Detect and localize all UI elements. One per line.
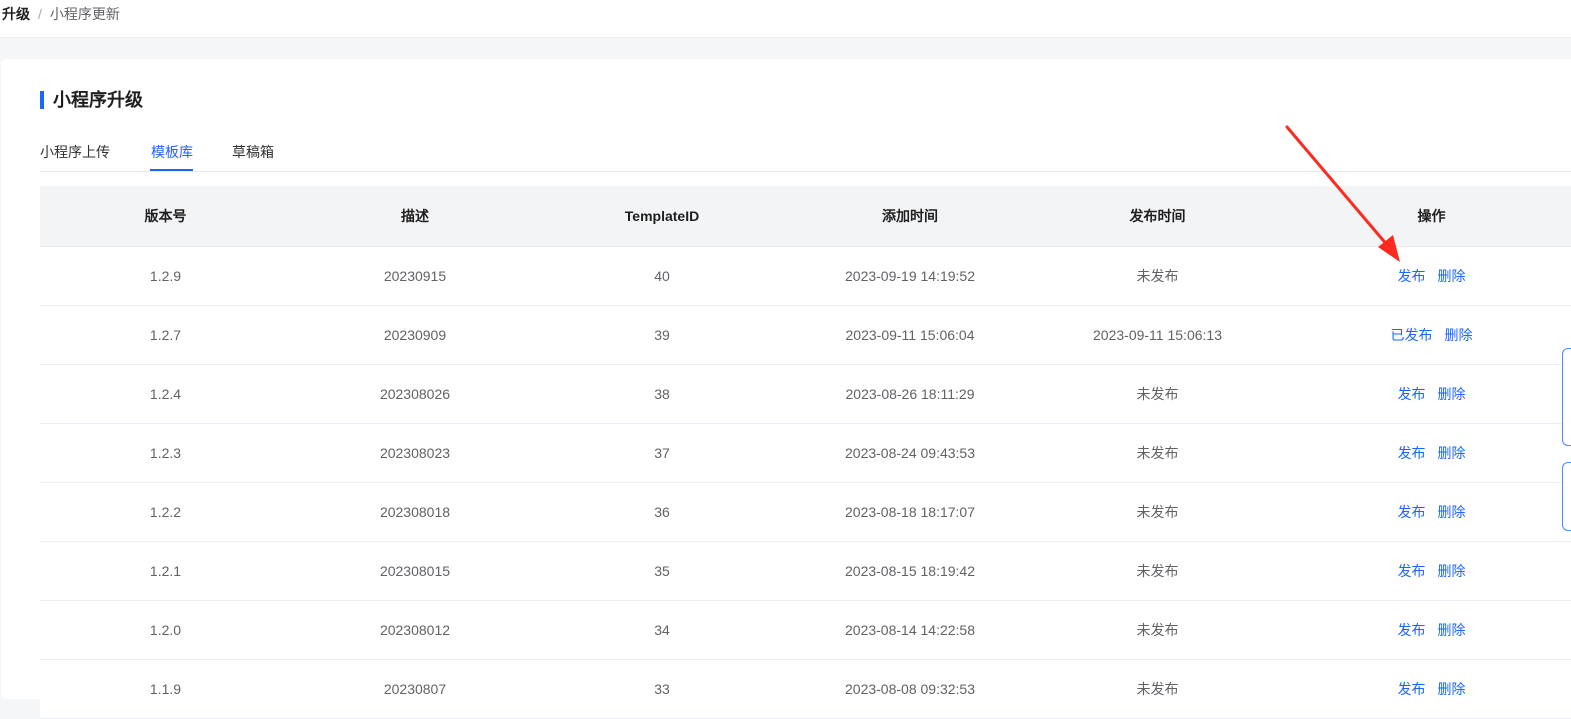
breadcrumb-root[interactable]: 升级 [2,6,30,22]
table-body: 1.2.9 20230915 40 2023-09-19 14:19:52 未发布 发布删… [40,247,1571,719]
cell-added-time: 2023-09-19 14:19:52 [845,268,975,284]
cell-publish-time: 未发布 [1136,504,1179,520]
cell-version: 1.2.1 [149,563,182,579]
floating-side-tab[interactable] [1562,348,1571,446]
tab-bar: 小程序上传 模板库 草稿箱 [40,141,1571,172]
cell-template-id: 39 [654,327,670,343]
cell-version: 1.2.4 [149,386,182,402]
title-accent-bar [40,91,44,109]
publish-link[interactable]: 发布 [1398,268,1426,284]
delete-link[interactable]: 删除 [1438,622,1466,638]
header-template-id: TemplateID [624,208,700,224]
cell-description: 20230915 [383,268,447,284]
publish-link[interactable]: 发布 [1398,504,1426,520]
cell-template-id: 34 [654,622,670,638]
header-actions: 操作 [1417,208,1446,224]
cell-actions: 发布 删除 [1280,424,1571,482]
publish-link[interactable]: 发布 [1398,681,1426,697]
cell-actions: 发布 删除 [1280,483,1571,541]
cell-publish-time: 未发布 [1136,268,1179,284]
cell-description: 20230807 [383,681,447,697]
cell-description: 202308012 [379,622,451,638]
header-added-time: 添加时间 [882,208,938,224]
cell-template-id: 40 [654,268,670,284]
publish-link[interactable]: 发布 [1398,445,1426,461]
breadcrumb: 升级 / 小程序更新 [2,6,120,22]
delete-link[interactable]: 删除 [1438,681,1466,697]
cell-template-id: 35 [654,563,670,579]
cell-description: 202308026 [379,386,451,402]
header-description: 描述 [401,208,429,224]
cell-version: 1.1.9 [149,681,182,697]
cell-version: 1.2.2 [149,504,182,520]
delete-link[interactable]: 删除 [1438,504,1466,520]
cell-added-time: 2023-09-11 15:06:04 [845,327,975,343]
cell-actions: 发布 删除 [1280,601,1571,659]
table-header: 版本号 描述 TemplateID 添加时间 发布时间 操作 [40,186,1571,247]
cell-template-id: 33 [654,681,670,697]
delete-link[interactable]: 删除 [1438,445,1466,461]
tab-upload[interactable]: 小程序上传 [40,144,110,160]
cell-publish-time: 未发布 [1136,681,1179,697]
cell-added-time: 2023-08-18 18:17:07 [845,504,975,520]
table-row: 1.2.2 202308018 36 2023-08-18 18:17:07 未发布 发布… [40,483,1571,542]
breadcrumb-separator: / [38,6,42,22]
cell-version: 1.2.3 [149,445,182,461]
tab-drafts[interactable]: 草稿箱 [232,144,274,160]
cell-added-time: 2023-08-26 18:11:29 [845,386,975,402]
cell-publish-time: 未发布 [1136,386,1179,402]
delete-link[interactable]: 删除 [1445,327,1473,343]
table-row: 1.2.4 202308026 38 2023-08-26 18:11:29 未发布 发布… [40,365,1571,424]
cell-publish-time: 2023-09-11 15:06:13 [1093,327,1222,343]
cell-description: 20230909 [383,327,447,343]
delete-link[interactable]: 删除 [1438,386,1466,402]
cell-version: 1.2.7 [149,327,182,343]
template-table: 版本号 描述 TemplateID 添加时间 发布时间 操作 1.2.9 2023… [40,186,1571,719]
header-version: 版本号 [144,208,187,224]
table-row: 1.2.3 202308023 37 2023-08-24 09:43:53 未发布 发布… [40,424,1571,483]
cell-added-time: 2023-08-15 18:19:42 [845,563,975,579]
cell-actions: 发布 删除 [1280,365,1571,423]
delete-link[interactable]: 删除 [1438,563,1466,579]
publish-link[interactable]: 已发布 [1391,327,1433,343]
cell-added-time: 2023-08-08 09:32:53 [845,681,975,697]
header-publish-time: 发布时间 [1129,208,1186,224]
cell-version: 1.2.0 [149,622,182,638]
publish-link[interactable]: 发布 [1398,386,1426,402]
cell-publish-time: 未发布 [1136,563,1179,579]
table-row: 1.2.0 202308012 34 2023-08-14 14:22:58 未发布 发布… [40,601,1571,660]
cell-actions: 已发布 删除 [1280,306,1571,364]
cell-description: 202308018 [379,504,451,520]
cell-publish-time: 未发布 [1136,445,1179,461]
tab-template-library[interactable]: 模板库 [151,144,193,160]
cell-added-time: 2023-08-14 14:22:58 [845,622,975,638]
floating-side-tab[interactable] [1562,462,1571,531]
cell-template-id: 38 [654,386,670,402]
cell-version: 1.2.9 [149,268,182,284]
publish-link[interactable]: 发布 [1398,563,1426,579]
publish-link[interactable]: 发布 [1398,622,1426,638]
cell-template-id: 37 [654,445,670,461]
active-tab-indicator [150,169,193,171]
table-row: 1.2.9 20230915 40 2023-09-19 14:19:52 未发布 发布删… [40,247,1571,306]
cell-template-id: 36 [654,504,670,520]
breadcrumb-current: 小程序更新 [49,6,120,22]
cell-description: 202308015 [379,563,451,579]
cell-added-time: 2023-08-24 09:43:53 [845,445,975,461]
delete-link[interactable]: 删除 [1438,268,1466,284]
table-row: 1.1.9 20230807 33 2023-08-08 09:32:53 未发布 发布删… [40,660,1571,719]
cell-description: 202308023 [379,445,451,461]
cell-actions: 发布 删除 [1280,660,1571,718]
top-bar: 升级 / 小程序更新 [0,0,1571,38]
page-title: 小程序升级 [53,90,143,110]
cell-actions: 发布 删除 [1280,542,1571,600]
cell-publish-time: 未发布 [1136,622,1179,638]
table-row: 1.2.1 202308015 35 2023-08-15 18:19:42 未发布 发布… [40,542,1571,601]
cell-actions: 发布 删除 [1280,247,1571,305]
table-row: 1.2.7 20230909 39 2023-09-11 15:06:04 2023-0… [40,306,1571,365]
